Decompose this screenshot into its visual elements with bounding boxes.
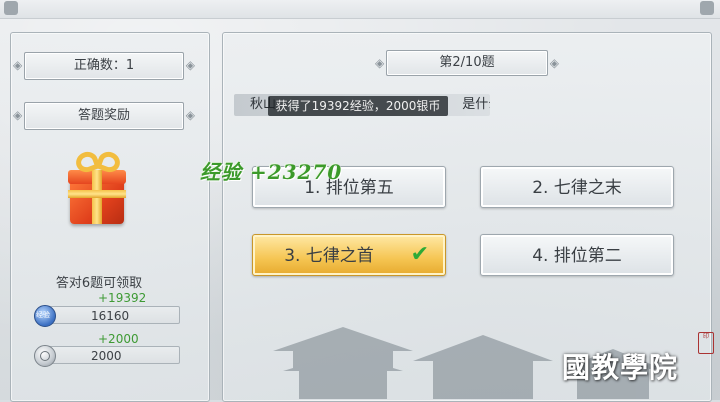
silver-value: 2000 bbox=[91, 349, 122, 363]
answer-option-label: 4. 排位第二 bbox=[532, 246, 622, 266]
close-icon[interactable] bbox=[700, 1, 714, 15]
answer-option-4[interactable]: 4. 排位第二 bbox=[480, 234, 674, 276]
question-progress-banner: ◈ 第2/10题 ◈ bbox=[375, 50, 559, 76]
silver-bonus: +2000 bbox=[98, 332, 139, 346]
ornament-left-icon: ◈ bbox=[13, 108, 23, 122]
reward-title-banner: ◈ 答题奖励 ◈ bbox=[13, 102, 195, 130]
ornament-right-icon: ◈ bbox=[549, 56, 559, 70]
menu-icon[interactable] bbox=[4, 1, 18, 15]
exp-value: 16160 bbox=[91, 309, 130, 323]
answer-option-2[interactable]: 2. 七律之末 bbox=[480, 166, 674, 208]
exp-bonus: +19392 bbox=[98, 291, 147, 305]
exp-icon bbox=[34, 305, 56, 327]
ornament-left-icon: ◈ bbox=[375, 56, 385, 70]
watermark-logo: 國教學院 bbox=[562, 351, 679, 384]
correct-count-banner: ◈ 正确数：1 ◈ bbox=[13, 52, 195, 80]
answer-option-label: 2. 七律之末 bbox=[532, 178, 622, 198]
ornament-left-icon: ◈ bbox=[13, 58, 23, 72]
ornament-right-icon: ◈ bbox=[185, 108, 195, 122]
reward-title: 答题奖励 bbox=[77, 108, 130, 123]
reward-condition: 答对6题可领取 bbox=[55, 276, 143, 291]
answer-option-3[interactable]: 3. 七律之首 ✔ bbox=[252, 234, 446, 276]
seal-stamp-icon: 印 bbox=[698, 332, 714, 354]
correct-count-label: 正确数：1 bbox=[73, 58, 135, 73]
gift-box-icon[interactable] bbox=[68, 148, 128, 226]
top-bar bbox=[0, 0, 720, 19]
check-icon: ✔ bbox=[410, 242, 429, 267]
silver-coin-icon bbox=[34, 345, 56, 367]
question-progress: 第2/10题 bbox=[439, 55, 495, 70]
answer-option-label: 3. 七律之首 bbox=[284, 246, 374, 266]
exp-field: 16160 bbox=[40, 306, 180, 324]
exp-gain-popup: 经验 +23270 bbox=[200, 160, 343, 184]
reward-toast: 获得了19392经验，2000银币 bbox=[268, 96, 448, 116]
question-text-end: 是什么？ bbox=[462, 97, 490, 112]
ornament-right-icon: ◈ bbox=[185, 58, 195, 72]
silver-field: 2000 bbox=[40, 346, 180, 364]
